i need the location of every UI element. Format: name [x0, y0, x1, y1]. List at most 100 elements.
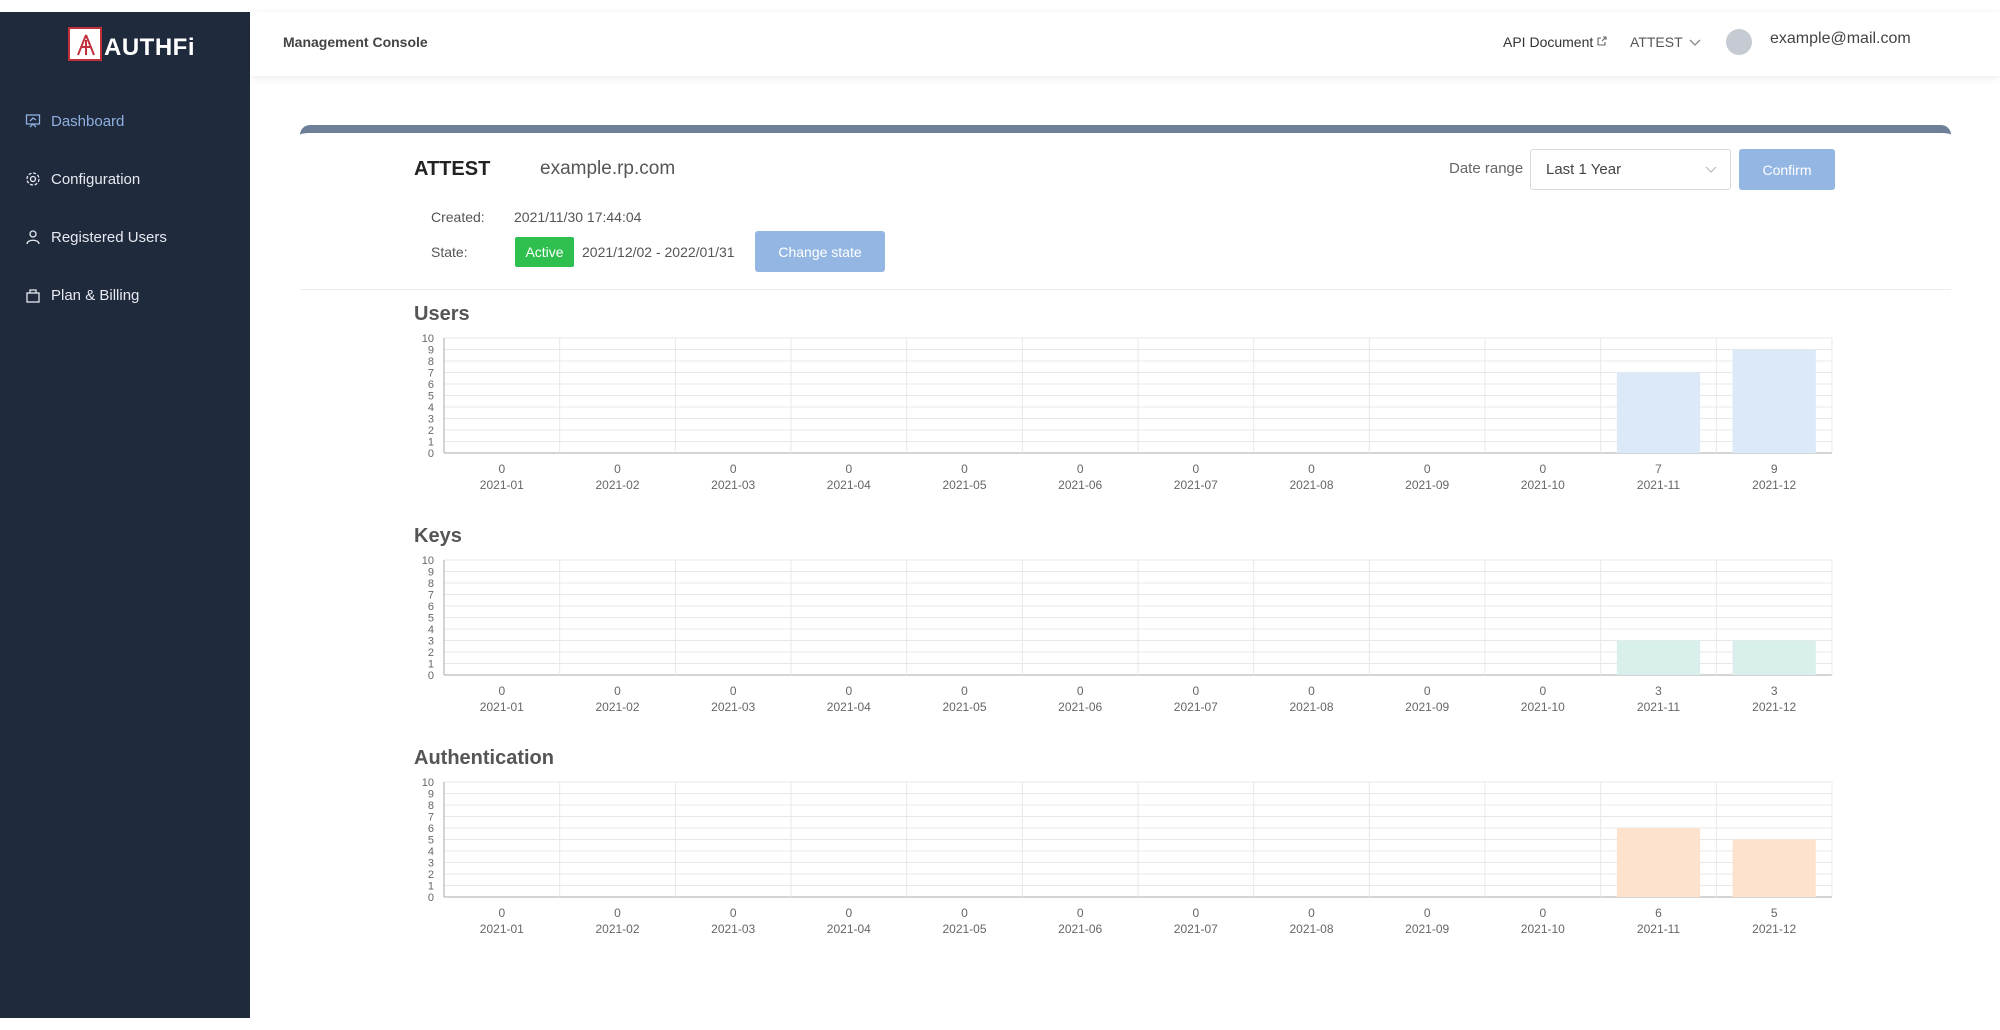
data-label: 0	[1192, 906, 1199, 920]
y-tick-label: 3	[428, 636, 434, 648]
users-chart-title: Users	[414, 303, 470, 325]
x-tick-label: 2021-09	[1405, 700, 1449, 714]
sidebar-item-label: Configuration	[51, 170, 141, 188]
sidebar-item-plan-billing[interactable]: Plan & Billing	[0, 266, 250, 324]
dashboard-icon	[24, 112, 42, 130]
data-label: 0	[1077, 462, 1084, 476]
bar	[1616, 828, 1701, 897]
y-tick-label: 0	[428, 448, 434, 460]
user-email[interactable]: example@mail.com	[1770, 30, 1911, 48]
y-tick-label: 4	[428, 402, 434, 414]
y-tick-label: 5	[428, 613, 434, 625]
bar	[1616, 372, 1701, 453]
x-tick-label: 2021-02	[595, 700, 639, 714]
api-document-link[interactable]: API Document	[1503, 34, 1608, 50]
change-state-button[interactable]: Change state	[755, 231, 885, 272]
y-tick-label: 1	[428, 659, 434, 671]
chevron-down-icon	[1689, 34, 1701, 50]
x-tick-label: 2021-04	[827, 922, 871, 936]
api-document-label: API Document	[1503, 34, 1594, 50]
data-label: 5	[1771, 906, 1778, 920]
x-tick-label: 2021-02	[595, 478, 639, 492]
x-tick-label: 2021-01	[480, 922, 524, 936]
y-tick-label: 2	[428, 869, 434, 881]
avatar[interactable]	[1726, 29, 1752, 55]
x-tick-label: 2021-05	[942, 922, 986, 936]
data-label: 0	[614, 906, 621, 920]
x-tick-label: 2021-01	[480, 478, 524, 492]
created-label: Created:	[431, 209, 485, 225]
data-label: 0	[1192, 462, 1199, 476]
gear-icon	[24, 170, 42, 188]
data-label: 9	[1771, 462, 1778, 476]
state-label: State:	[431, 244, 468, 260]
console-title: Management Console	[283, 34, 428, 50]
app-domain: example.rp.com	[540, 158, 676, 179]
data-label: 0	[1308, 684, 1315, 698]
y-tick-label: 8	[428, 578, 434, 590]
sidebar-item-registered-users[interactable]: Registered Users	[0, 208, 250, 266]
y-tick-label: 7	[428, 812, 434, 824]
y-tick-label: 9	[428, 567, 434, 579]
y-tick-label: 6	[428, 601, 434, 613]
x-tick-label: 2021-09	[1405, 478, 1449, 492]
x-tick-label: 2021-04	[827, 478, 871, 492]
data-label: 0	[845, 906, 852, 920]
divider	[300, 289, 1951, 290]
x-tick-label: 2021-04	[827, 700, 871, 714]
sidebar-nav: Dashboard Configuration Registered Users…	[0, 92, 250, 324]
tenant-dropdown[interactable]: ATTEST	[1630, 34, 1701, 50]
app-name: ATTEST	[414, 158, 491, 180]
y-tick-label: 7	[428, 368, 434, 380]
x-tick-label: 2021-10	[1521, 700, 1565, 714]
x-tick-label: 2021-09	[1405, 922, 1449, 936]
data-label: 0	[1308, 906, 1315, 920]
y-tick-label: 3	[428, 858, 434, 870]
y-tick-label: 7	[428, 590, 434, 602]
y-tick-label: 1	[428, 437, 434, 449]
external-link-icon	[1596, 34, 1608, 50]
y-tick-label: 9	[428, 345, 434, 357]
y-tick-label: 1	[428, 881, 434, 893]
x-tick-label: 2021-10	[1521, 478, 1565, 492]
y-tick-label: 2	[428, 425, 434, 437]
y-tick-label: 4	[428, 846, 434, 858]
data-label: 0	[498, 462, 505, 476]
sidebar-item-configuration[interactable]: Configuration	[0, 150, 250, 208]
x-tick-label: 2021-06	[1058, 922, 1102, 936]
top-bar: Management Console API Document ATTEST e…	[250, 12, 2000, 76]
data-label: 0	[1424, 906, 1431, 920]
x-tick-label: 2021-08	[1289, 478, 1333, 492]
sidebar-item-dashboard[interactable]: Dashboard	[0, 92, 250, 150]
y-tick-label: 2	[428, 647, 434, 659]
y-tick-label: 5	[428, 835, 434, 847]
data-label: 0	[845, 462, 852, 476]
y-tick-label: 3	[428, 414, 434, 426]
tenant-label: ATTEST	[1630, 34, 1683, 50]
bag-icon	[24, 286, 42, 304]
y-tick-label: 10	[422, 555, 434, 567]
y-tick-label: 8	[428, 356, 434, 368]
data-label: 0	[730, 684, 737, 698]
x-tick-label: 2021-03	[711, 922, 755, 936]
state-period: 2021/12/02 - 2022/01/31	[582, 244, 735, 260]
sidebar: AUTHFi Dashboard Configuration Registere…	[0, 12, 250, 1018]
x-tick-label: 2021-11	[1637, 478, 1680, 492]
x-tick-label: 2021-12	[1752, 700, 1796, 714]
data-label: 0	[614, 462, 621, 476]
confirm-button[interactable]: Confirm	[1739, 149, 1835, 190]
bar	[1732, 640, 1816, 675]
app-logo[interactable]: AUTHFi	[68, 26, 195, 62]
authentication-chart-title: Authentication	[414, 747, 554, 769]
data-label: 0	[614, 684, 621, 698]
sidebar-item-label: Registered Users	[51, 228, 167, 246]
keys-chart-title: Keys	[414, 525, 462, 547]
x-tick-label: 2021-11	[1637, 922, 1680, 936]
user-icon	[24, 228, 42, 246]
date-range-select[interactable]: Last 1 Year	[1530, 149, 1731, 190]
x-tick-label: 2021-12	[1752, 922, 1796, 936]
data-label: 0	[1424, 684, 1431, 698]
x-tick-label: 2021-11	[1637, 700, 1680, 714]
y-tick-label: 0	[428, 670, 434, 682]
authentication-chart: 01234567891002021-0102021-0202021-030202…	[422, 777, 1833, 936]
